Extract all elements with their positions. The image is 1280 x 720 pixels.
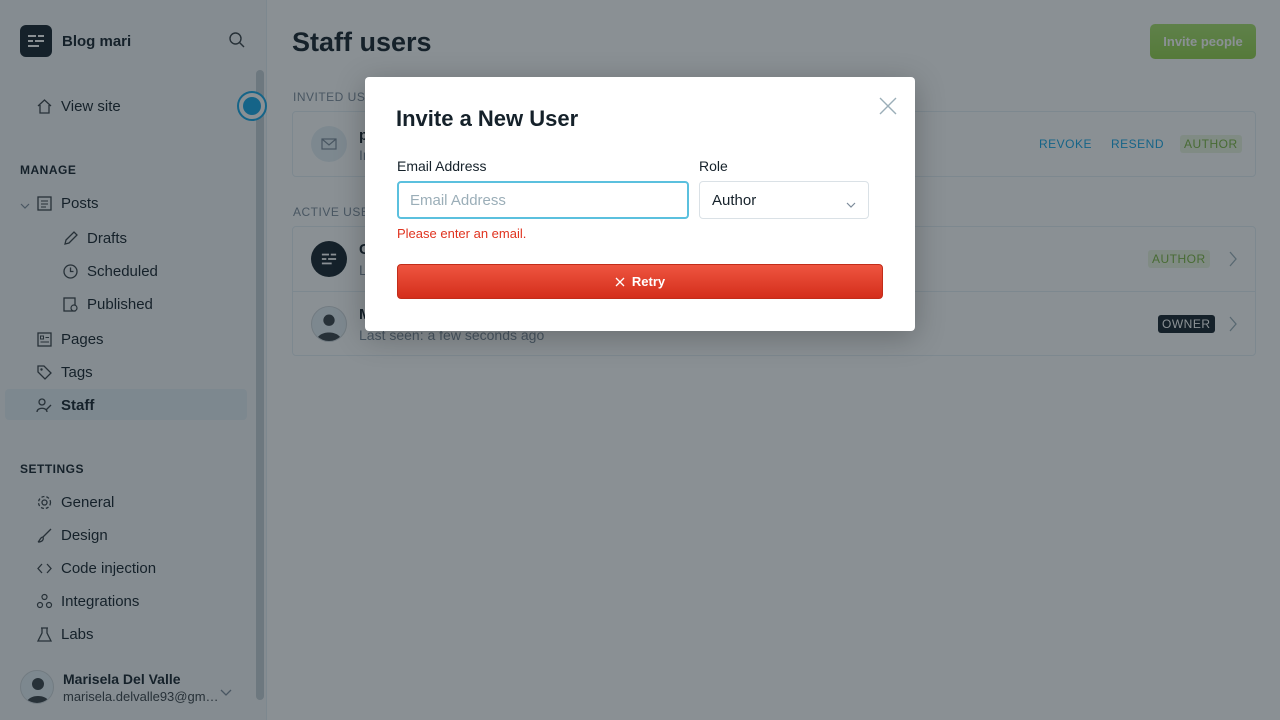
retry-label: Retry bbox=[631, 274, 666, 289]
close-icon bbox=[615, 277, 625, 286]
modal-title: Invite a New User bbox=[396, 106, 579, 131]
role-label: Role bbox=[699, 158, 728, 174]
email-field[interactable] bbox=[397, 181, 689, 219]
invite-user-modal: Invite a New User Email Address Role Aut… bbox=[365, 77, 915, 331]
email-error-message: Please enter an email. bbox=[397, 226, 527, 241]
role-select[interactable]: Author bbox=[699, 181, 869, 219]
retry-button[interactable]: Retry bbox=[397, 264, 883, 299]
close-icon[interactable] bbox=[878, 96, 898, 121]
email-label: Email Address bbox=[397, 158, 487, 174]
chevron-down-icon bbox=[846, 196, 856, 213]
role-select-value: Author bbox=[712, 191, 757, 209]
